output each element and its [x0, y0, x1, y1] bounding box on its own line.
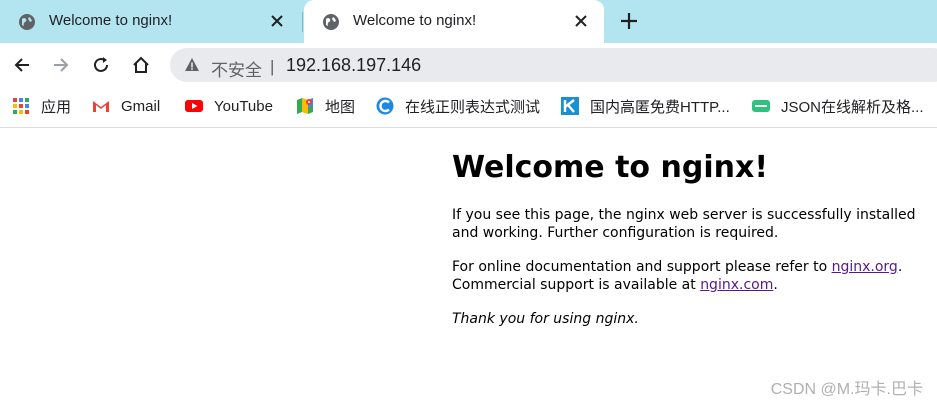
- support-text-suffix: .: [773, 277, 778, 293]
- bookmark-youtube[interactable]: YouTube: [185, 96, 273, 116]
- tab-inactive[interactable]: Welcome to nginx!: [0, 0, 300, 43]
- tab-active[interactable]: Welcome to nginx!: [304, 0, 604, 43]
- bookmark-label: YouTube: [214, 97, 273, 115]
- tab-title: Welcome to nginx!: [49, 12, 173, 29]
- globe-icon: [323, 14, 339, 30]
- gmail-icon: [93, 100, 109, 112]
- warning-triangle-icon[interactable]: [184, 57, 200, 73]
- page-content: Welcome to nginx! If you see this page, …: [452, 128, 937, 328]
- url-text[interactable]: 192.168.197.146: [286, 55, 421, 76]
- tab-title: Welcome to nginx!: [353, 12, 477, 29]
- maps-icon: [297, 98, 313, 114]
- bookmark-maps[interactable]: 地图: [296, 96, 355, 116]
- not-secure-label[interactable]: 不安全: [211, 56, 262, 81]
- tab-separator: [302, 12, 303, 32]
- bookmark-http-proxy[interactable]: 国内高匿免费HTTP...: [561, 96, 730, 116]
- json-icon: [752, 100, 770, 112]
- bookmark-gmail[interactable]: Gmail: [92, 96, 160, 116]
- bookmark-label: JSON在线解析及格...: [781, 98, 924, 116]
- bookmark-label: 地图: [325, 98, 356, 116]
- apps-grid-icon: [13, 98, 29, 114]
- address-divider: |: [270, 57, 275, 76]
- close-icon[interactable]: [268, 12, 286, 30]
- nginx-com-link[interactable]: nginx.com: [700, 277, 773, 293]
- bookmark-label: Gmail: [121, 97, 161, 115]
- bookmark-apps[interactable]: 应用: [12, 96, 71, 116]
- close-icon[interactable]: [572, 12, 590, 30]
- back-arrow-icon[interactable]: [12, 55, 32, 75]
- bookmark-regex[interactable]: 在线正则表达式测试: [376, 96, 540, 116]
- csdn-watermark: CSDN @M.玛卡.巴卡: [770, 381, 923, 398]
- bookmarks-bar: 应用 Gmail YouTube 地图 在线正则表达式测试 国内高匿免费HTTP…: [0, 87, 937, 128]
- page-title: Welcome to nginx!: [452, 150, 768, 185]
- youtube-icon: [185, 100, 203, 112]
- toolbar: 不安全 | 192.168.197.146: [0, 43, 937, 87]
- support-paragraph: For online documentation and support ple…: [452, 258, 937, 294]
- k-site-icon: [561, 97, 579, 115]
- intro-paragraph: If you see this page, the nginx web serv…: [452, 207, 916, 241]
- regex-site-icon: [376, 97, 394, 115]
- bookmark-json[interactable]: JSON在线解析及格...: [752, 96, 924, 116]
- nginx-org-link[interactable]: nginx.org: [832, 259, 898, 275]
- thanks-paragraph: Thank you for using nginx.: [452, 311, 639, 327]
- bookmark-label: 应用: [41, 98, 72, 116]
- forward-arrow-icon[interactable]: [51, 55, 71, 75]
- bookmark-label: 在线正则表达式测试: [405, 98, 541, 116]
- address-bar[interactable]: 不安全 | 192.168.197.146: [170, 48, 937, 82]
- support-text-prefix: For online documentation and support ple…: [452, 259, 832, 275]
- new-tab-plus-icon[interactable]: [619, 11, 639, 31]
- globe-icon: [19, 14, 35, 30]
- reload-icon[interactable]: [91, 55, 111, 75]
- bookmark-label: 国内高匿免费HTTP...: [590, 98, 730, 116]
- home-icon[interactable]: [131, 55, 151, 75]
- tab-strip: Welcome to nginx! Welcome to nginx!: [0, 0, 937, 43]
